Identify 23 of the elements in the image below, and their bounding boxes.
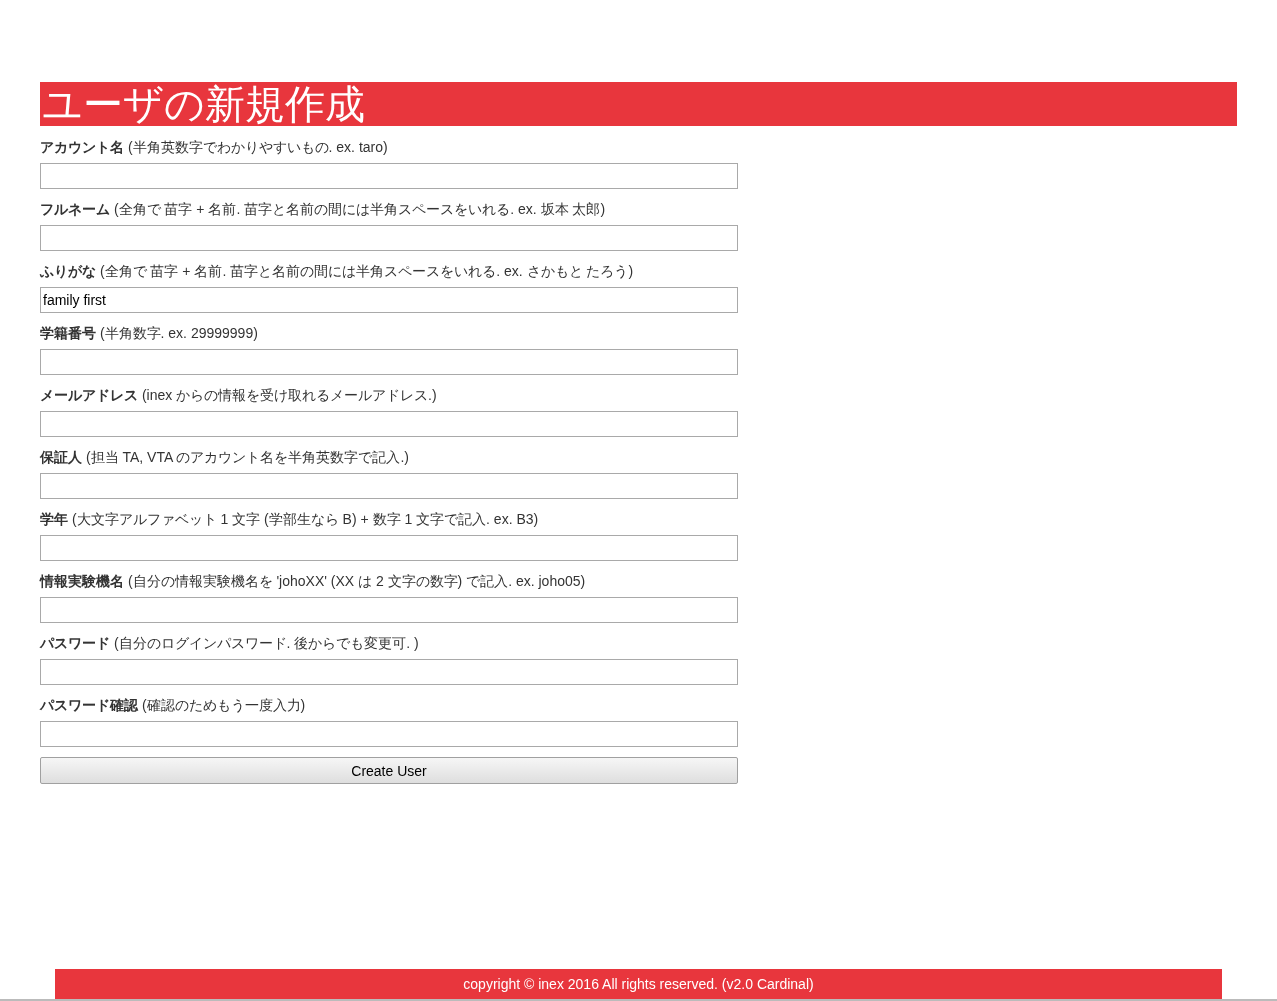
input-field[interactable]: family first [40, 287, 738, 313]
create-user-button[interactable]: Create User [40, 757, 738, 784]
footer-bar: copyright © inex 2016 All rights reserved. (v2.0 Cardinal) [55, 969, 1222, 999]
input-field[interactable] [40, 349, 738, 375]
field-label: フルネーム (全角で 苗字 + 名前. 苗字と名前の間には半角スペースをいれる. ex. 坂本 太郎) [40, 200, 607, 219]
input-field[interactable] [40, 597, 738, 623]
input-field[interactable] [40, 659, 738, 685]
field-label: パスワード (自分のログインパスワード. 後からでも変更可. ) [40, 634, 420, 653]
input-field[interactable] [40, 721, 738, 747]
page-title: ユーザの新規作成 [40, 82, 1237, 126]
field-label: 情報実験機名 (自分の情報実験機名を 'johoXX' (XX は 2 文字の数字) で記入. ex. joho05) [40, 572, 587, 591]
input-field[interactable] [40, 411, 738, 437]
input-field[interactable] [40, 473, 738, 499]
field-label: パスワード確認 (確認のためもう一度入力) [40, 696, 307, 715]
field-label: メールアドレス (inex からの情報を受け取れるメールアドレス.) [40, 386, 438, 405]
field-label: 保証人 (担当 TA, VTA のアカウント名を半角英数字で記入.) [40, 448, 410, 467]
field-label: 学籍番号 (半角数字. ex. 29999999) [40, 324, 259, 343]
field-label: ふりがな (全角で 苗字 + 名前. 苗字と名前の間には半角スペースをいれる. ex. さかもと たろう) [40, 262, 635, 281]
field-label: アカウント名 (半角英数字でわかりやすいもの. ex. taro) [40, 138, 389, 157]
input-field[interactable] [40, 535, 738, 561]
input-field[interactable] [40, 225, 738, 251]
field-label: 学年 (大文字アルファベット 1 文字 (学部生なら B) + 数字 1 文字で記入. ex. B3) [40, 510, 540, 529]
input-field[interactable] [40, 163, 738, 189]
